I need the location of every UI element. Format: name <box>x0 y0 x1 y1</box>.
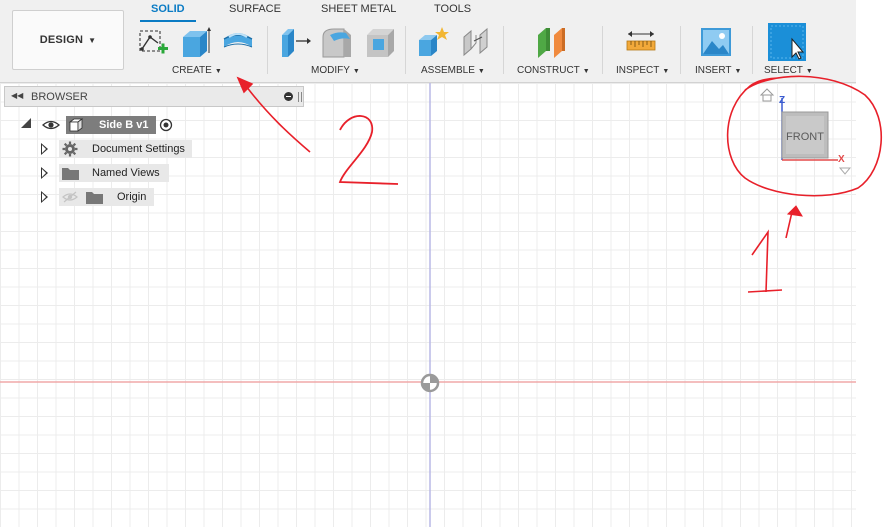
insert-menu[interactable]: INSERT ▼ <box>695 65 741 76</box>
select-menu-label: SELECT <box>764 65 803 76</box>
annotation-label-one: 1 <box>760 250 761 251</box>
window-edge <box>856 0 883 527</box>
tree-item-label: Origin <box>117 191 147 203</box>
revolve-icon[interactable] <box>221 25 255 59</box>
caret-down-icon: ▼ <box>214 68 222 75</box>
browser-title: BROWSER <box>31 91 88 103</box>
measure-icon[interactable] <box>624 25 658 59</box>
construct-menu[interactable]: CONSTRUCT ▼ <box>517 65 590 76</box>
tab-surface[interactable]: SURFACE <box>229 3 281 15</box>
inspect-menu[interactable]: INSPECT ▼ <box>616 65 669 76</box>
extrude-icon[interactable] <box>178 25 212 59</box>
workspace-switcher[interactable]: DESIGN ▼ <box>12 10 124 70</box>
toolbar-separator <box>405 26 406 74</box>
caret-down-icon: ▼ <box>734 68 742 75</box>
viewcube-menu-icon <box>838 167 852 175</box>
new-component-icon[interactable] <box>416 25 450 59</box>
tree-item-label: Named Views <box>92 167 160 179</box>
insert-menu-label: INSERT <box>695 65 732 76</box>
component-icon <box>68 118 84 132</box>
component-name: Side B v1 <box>99 119 149 131</box>
create-sketch-icon[interactable] <box>136 25 170 59</box>
tab-solid[interactable]: SOLID <box>151 3 185 15</box>
toolbar: DESIGN ▼ SOLID SURFACE SHEET METAL TOOLS… <box>0 0 856 83</box>
select-menu[interactable]: SELECT ▼ <box>764 65 813 76</box>
toolbar-separator <box>752 26 753 74</box>
caret-down-icon: ▼ <box>352 68 360 75</box>
component-node[interactable]: Side B v1 <box>66 116 156 134</box>
workspace-label: DESIGN <box>39 34 84 46</box>
toolbar-separator <box>680 26 681 74</box>
insert-image-icon[interactable] <box>699 25 733 59</box>
offset-plane-icon[interactable] <box>534 25 568 59</box>
create-menu[interactable]: CREATE ▼ <box>172 65 222 76</box>
toolbar-separator <box>602 26 603 74</box>
annotation-label-two: 2 <box>355 150 356 151</box>
caret-down-icon: ▼ <box>477 68 485 75</box>
modify-menu[interactable]: MODIFY ▼ <box>311 65 360 76</box>
panel-grip-icon[interactable] <box>298 92 302 102</box>
toolbar-separator <box>503 26 504 74</box>
toolbar-separator <box>267 26 268 74</box>
caret-down-icon: ▼ <box>805 68 813 75</box>
tree-item-origin[interactable]: Origin <box>59 188 154 206</box>
tree-item-label: Document Settings <box>92 143 185 155</box>
tab-sheet-metal[interactable]: SHEET METAL <box>321 3 396 15</box>
expand-toggle-icon[interactable] <box>41 167 48 179</box>
x-axis-label: X <box>838 154 845 165</box>
activate-radio-icon[interactable] <box>159 118 173 132</box>
home-icon <box>760 88 775 102</box>
create-menu-label: CREATE <box>172 65 212 76</box>
expand-toggle-icon[interactable] <box>41 143 48 155</box>
caret-down-icon: ▼ <box>662 68 670 75</box>
viewcube[interactable]: FRONT Z X <box>760 88 856 184</box>
origin-point-icon[interactable] <box>420 373 440 393</box>
browser-panel-header: ◀◀ BROWSER <box>4 86 304 107</box>
construct-menu-label: CONSTRUCT <box>517 65 580 76</box>
assemble-menu-label: ASSEMBLE <box>421 65 475 76</box>
fillet-icon[interactable] <box>320 25 354 59</box>
select-icon[interactable] <box>768 23 806 61</box>
press-pull-icon[interactable] <box>278 25 312 59</box>
caret-down-icon: ▼ <box>88 35 97 45</box>
assemble-menu[interactable]: ASSEMBLE ▼ <box>421 65 485 76</box>
folder-icon <box>62 168 79 180</box>
joint-icon[interactable] <box>460 25 494 59</box>
collapse-browser-icon[interactable]: ◀◀ <box>11 91 23 100</box>
viewcube-face-label: FRONT <box>786 131 824 143</box>
shell-icon[interactable] <box>363 25 397 59</box>
gear-icon <box>62 141 78 157</box>
tab-tools[interactable]: TOOLS <box>434 3 471 15</box>
hidden-eye-icon[interactable] <box>62 190 78 204</box>
folder-icon <box>86 192 103 204</box>
z-axis-label: Z <box>779 95 785 106</box>
tree-item-document-settings[interactable]: Document Settings <box>59 140 192 158</box>
eye-icon[interactable] <box>42 118 60 132</box>
tree-item-named-views[interactable]: Named Views <box>59 164 169 182</box>
inspect-menu-label: INSPECT <box>616 65 660 76</box>
expand-toggle-icon[interactable] <box>41 191 48 203</box>
modify-menu-label: MODIFY <box>311 65 350 76</box>
active-tab-indicator <box>140 20 196 22</box>
expand-toggle-open-icon[interactable] <box>21 118 31 128</box>
caret-down-icon: ▼ <box>582 68 590 75</box>
minimize-browser-icon[interactable] <box>284 92 293 101</box>
